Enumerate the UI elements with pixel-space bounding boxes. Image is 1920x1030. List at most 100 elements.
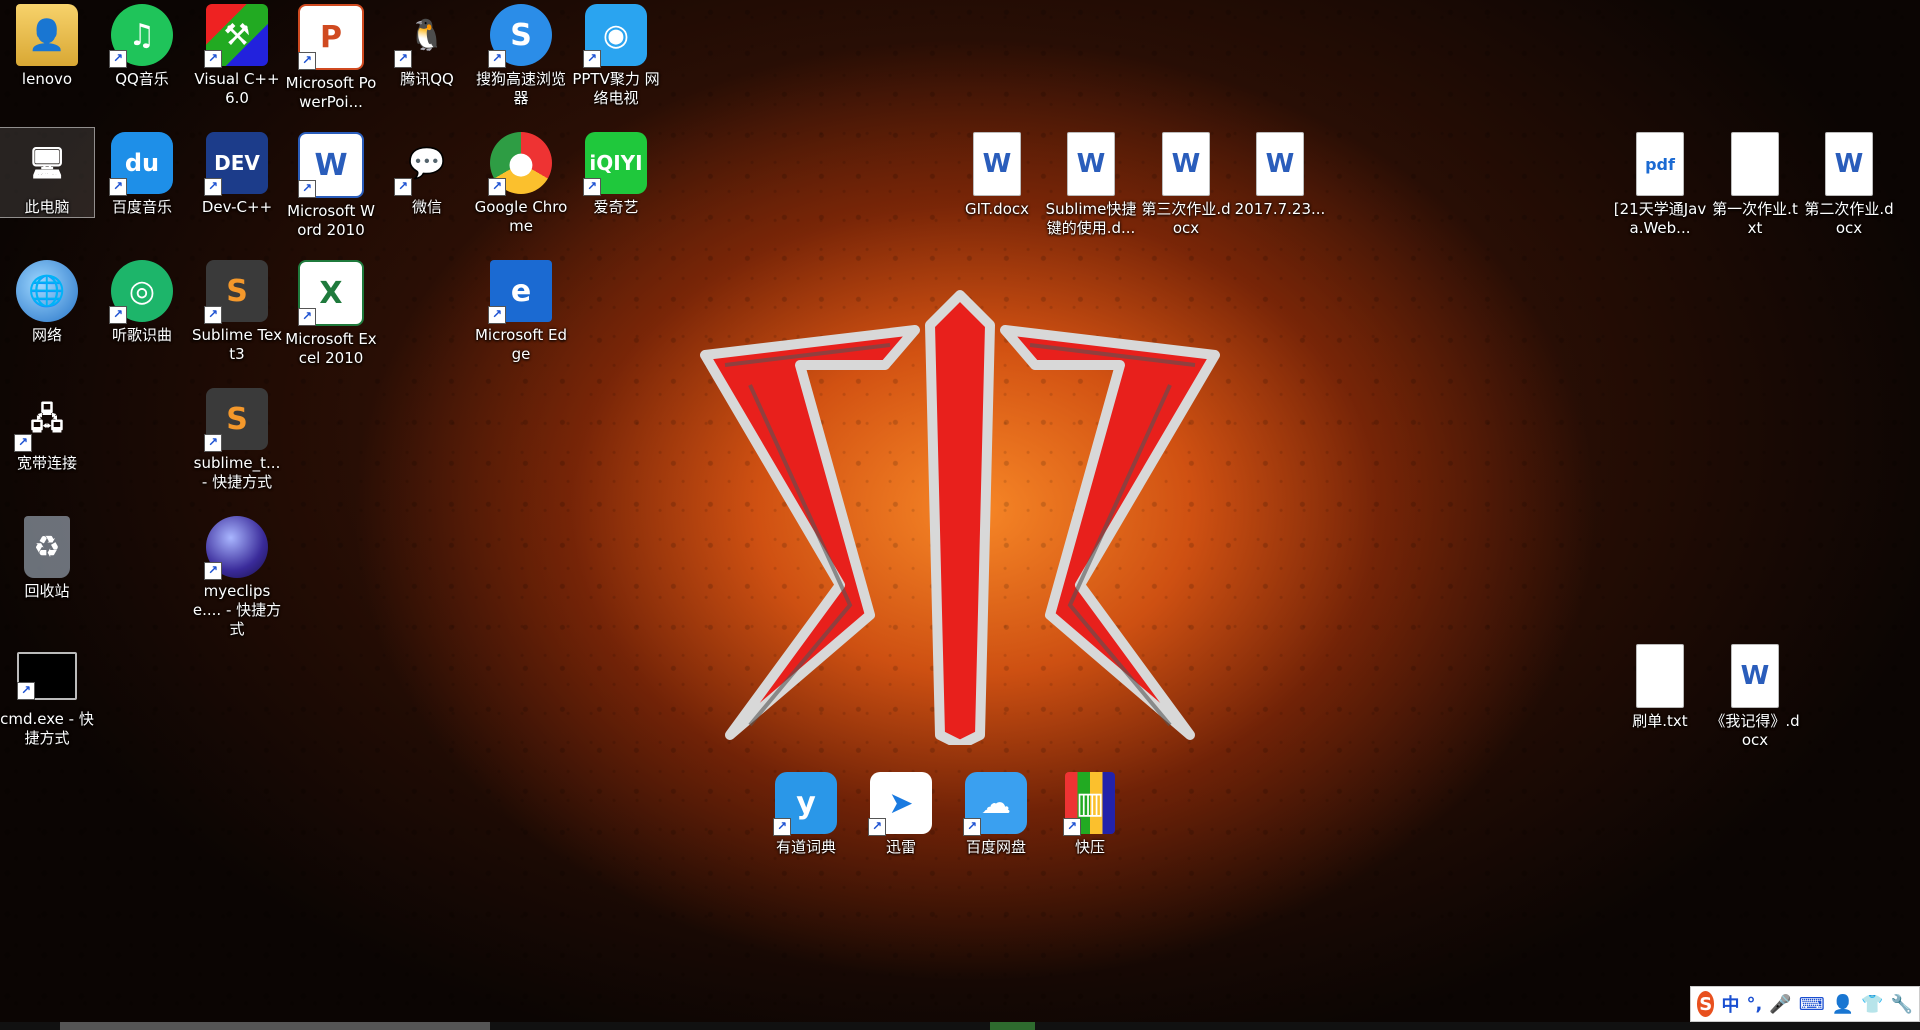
ime-voice-icon[interactable]: 🎤 [1769,994,1791,1015]
desktop-icon-tingge[interactable]: ◎ ↗ 听歌识曲 [95,256,189,345]
desktop-icon-label: 快压 [1074,838,1105,856]
desktop-icon-devcpp[interactable]: DEV ↗ Dev-C++ [190,128,284,217]
shortcut-arrow-icon: ↗ [298,180,316,198]
ime-toolbar[interactable]: S 中 °, 🎤 ⌨ 👤 👕 🔧 [1690,986,1920,1022]
myeclipse-icon: ↗ [204,516,268,580]
desktop-icon-pptv[interactable]: ◉ ↗ PPTV聚力 网络电视 [569,0,663,108]
sublime-icon: S ↗ [204,388,268,452]
ime-skin-icon[interactable]: 👕 [1861,994,1883,1015]
desktop-icon-label: 腾讯QQ [400,70,454,88]
sogou-ime-logo[interactable]: S [1697,991,1715,1017]
shortcut-arrow-icon: ↗ [204,306,222,324]
shortcut-arrow-icon: ↗ [204,178,222,196]
ime-punctuation-icon[interactable]: °, [1746,994,1762,1015]
word-doc-icon: W [1256,132,1304,196]
ime-settings-icon[interactable]: 🔧 [1891,994,1913,1015]
desktop-icon-label: 第三次作业.docx [1141,200,1231,237]
desktop-icon-sublime-docx[interactable]: W Sublime快捷键的使用.d... [1044,128,1138,238]
desktop-icon-vcpp[interactable]: ⚒ ↗ Visual C++ 6.0 [190,0,284,108]
qq-penguin-icon: 🐧 ↗ [394,4,458,68]
desktop-icon-kuaiya[interactable]: ▥ ↗ 快压 [1043,768,1137,857]
desktop-icon-word[interactable]: W ↗ Microsoft Word 2010 [284,128,378,240]
desktop-icon-youdao[interactable]: y ↗ 有道词典 [759,768,853,857]
shortcut-arrow-icon: ↗ [488,306,506,324]
desktop-icon-edge[interactable]: e ↗ Microsoft Edge [474,256,568,364]
desktop-icon-sublime-shortcut[interactable]: S ↗ sublime_t... - 快捷方式 [190,384,284,492]
word-doc-icon: W [973,132,1021,196]
taskbar-segment[interactable] [990,1022,1035,1030]
shortcut-arrow-icon: ↗ [204,562,222,580]
desktop-icon-label: Microsoft Word 2010 [287,202,375,239]
tingge-icon: ◎ ↗ [109,260,173,324]
ime-user-icon[interactable]: 👤 [1832,994,1854,1015]
computer-icon: 🖥 [27,145,67,181]
dev-cpp-icon: DEV ↗ [204,132,268,196]
pptv-icon: ◉ ↗ [583,4,647,68]
text-file-icon [1731,132,1779,196]
taskbar-edge[interactable] [0,1022,1920,1030]
broadband-icon: 🖧 ↗ [14,388,78,452]
desktop-icon-label: 搜狗高速浏览器 [475,70,566,107]
desktop-icon-network[interactable]: 🌐 网络 [0,256,94,345]
desktop-icon-tencent-qq[interactable]: 🐧 ↗ 腾讯QQ [380,0,474,89]
shortcut-arrow-icon: ↗ [14,434,32,452]
desktop-icon-label: myeclipse.... - 快捷方式 [192,582,282,638]
desktop-icon-sublime[interactable]: S ↗ Sublime Text3 [190,256,284,364]
desktop-icon-baidu-music[interactable]: du ↗ 百度音乐 [95,128,189,217]
desktop-icon-label: 第一次作业.txt [1712,200,1798,237]
shortcut-arrow-icon: ↗ [488,50,506,68]
desktop-icon-broadband[interactable]: 🖧 ↗ 宽带连接 [0,384,94,473]
sogou-browser-icon: S ↗ [488,4,552,68]
desktop-icon-date-doc[interactable]: W 2017.7.23... [1233,128,1327,219]
word-doc-icon: W [1825,132,1873,196]
desktop-icon-chrome[interactable]: ● ↗ Google Chrome [474,128,568,236]
shortcut-arrow-icon: ↗ [109,50,127,68]
visual-cpp-icon: ⚒ ↗ [204,4,268,68]
desktop-icon-label: QQ音乐 [115,70,169,88]
word-doc-icon: W [1162,132,1210,196]
ime-mode-toggle[interactable]: 中 [1721,991,1739,1017]
desktop-icon-wechat[interactable]: 💬 ↗ 微信 [380,128,474,217]
desktop-icon-label: 百度网盘 [965,838,1026,856]
xunlei-bird-icon: ➤ ↗ [868,772,932,836]
shortcut-arrow-icon: ↗ [204,50,222,68]
kuaiya-icon: ▥ ↗ [1063,772,1115,836]
shortcut-arrow-icon: ↗ [488,178,506,196]
desktop-icon-java-web-pdf[interactable]: pdf [21天学通Java.Web... [1613,128,1707,238]
desktop-icon-wojide[interactable]: W 《我记得》.docx [1708,640,1802,750]
desktop-icon-baidu-pan[interactable]: ☁ ↗ 百度网盘 [949,768,1043,857]
desktop-icon-sogou-browser[interactable]: S ↗ 搜狗高速浏览器 [474,0,568,108]
sublime-icon: S ↗ [204,260,268,324]
shortcut-arrow-icon: ↗ [298,52,316,70]
desktop-icon-first-hw[interactable]: 第一次作业.txt [1708,128,1802,238]
desktop-icon-label: Google Chrome [474,198,568,235]
shortcut-arrow-icon: ↗ [204,434,222,452]
desktop-icon-this-pc[interactable]: 🖥 此电脑 [0,127,95,218]
text-file-icon [1636,644,1684,708]
desktop-icon-cmd[interactable]: ↗ cmd.exe - 快捷方式 [0,640,94,748]
desktop-icon-shuadan[interactable]: 刷单.txt [1613,640,1707,731]
desktop-icon-label: Sublime Text3 [192,326,282,363]
desktop-icon-third-hw[interactable]: W 第三次作业.docx [1139,128,1233,238]
desktop-icon-iqiyi[interactable]: iQIYI ↗ 爱奇艺 [569,128,663,217]
wallpaper-logo [700,290,1220,745]
wechat-icon: 💬 ↗ [394,132,458,196]
desktop-icon-excel[interactable]: X ↗ Microsoft Excel 2010 [284,256,378,368]
desktop-icon-label: Dev-C++ [201,198,273,216]
desktop-icon-xunlei[interactable]: ➤ ↗ 迅雷 [854,768,948,857]
desktop-icon-second-hw[interactable]: W 第二次作业.docx [1802,128,1896,238]
desktop-icon-label: 宽带连接 [16,454,77,472]
shortcut-arrow-icon: ↗ [583,178,601,196]
shortcut-arrow-icon: ↗ [963,818,981,836]
desktop-icon-lenovo[interactable]: 👤 lenovo [0,0,94,89]
shortcut-arrow-icon: ↗ [773,818,791,836]
desktop-icon-label: Microsoft PowerPoi... [285,74,377,111]
ime-keyboard-icon[interactable]: ⌨ [1799,994,1825,1015]
desktop-icon-git-docx[interactable]: W GIT.docx [950,128,1044,219]
desktop-icon-powerpoint[interactable]: P ↗ Microsoft PowerPoi... [284,0,378,112]
desktop-icon-recycle-bin[interactable]: ♻ 回收站 [0,512,94,601]
desktop-icon-myeclipse[interactable]: ↗ myeclipse.... - 快捷方式 [190,512,284,639]
taskbar-segment[interactable] [60,1022,490,1030]
shortcut-arrow-icon: ↗ [1063,818,1081,836]
desktop-icon-qqmusic[interactable]: ♫ ↗ QQ音乐 [95,0,189,89]
